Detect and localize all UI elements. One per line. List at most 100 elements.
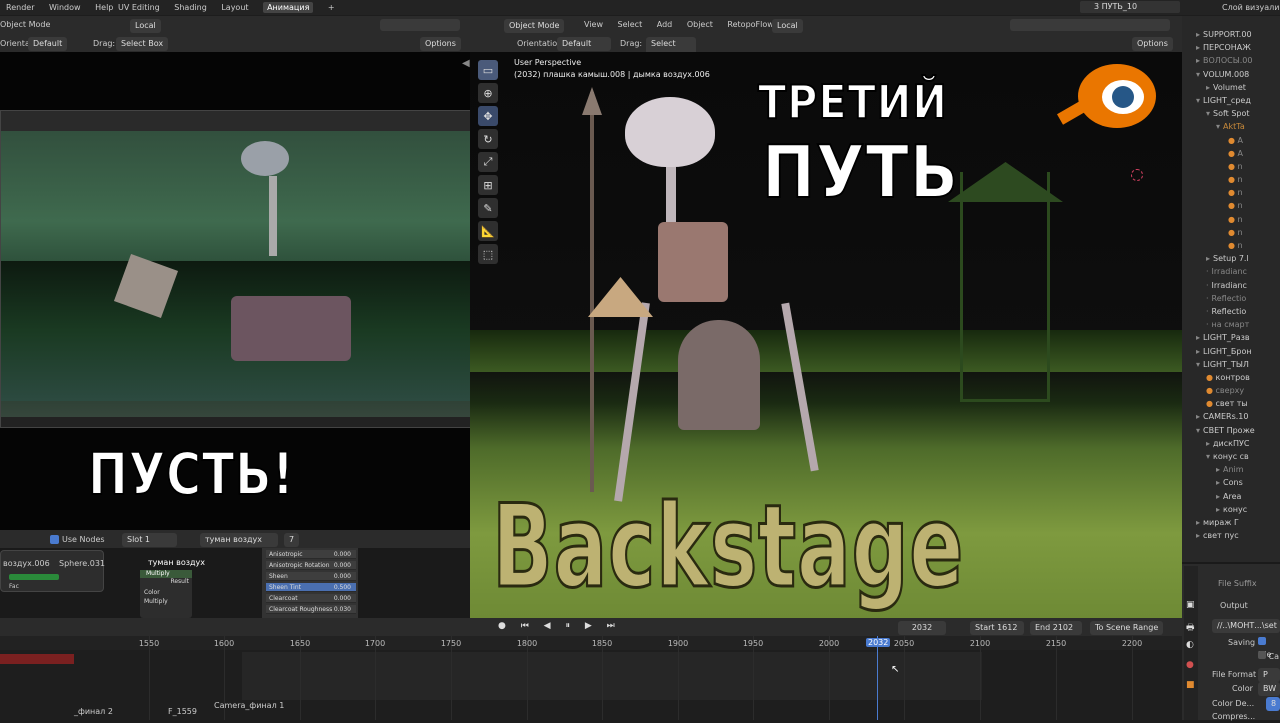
main-orient-select[interactable]: Local [772, 19, 803, 33]
outliner-item[interactable]: ● сверху [1196, 384, 1280, 397]
prop-row[interactable]: Anisotropic Rotation 0.000 [266, 561, 356, 570]
end-frame-field[interactable]: End 2102 [1030, 621, 1082, 635]
outliner-item[interactable]: ● n [1196, 160, 1280, 173]
tab-animation[interactable]: Анимация [263, 2, 314, 13]
outliner-item[interactable]: ● n [1196, 173, 1280, 186]
use-nodes-checkbox[interactable]: Use Nodes [50, 534, 105, 546]
playhead-line[interactable] [877, 636, 878, 720]
outliner-item[interactable]: ▸ конус [1196, 503, 1280, 516]
outliner-item[interactable]: · Reflectio [1196, 292, 1280, 305]
outliner-item[interactable]: ● n [1196, 239, 1280, 252]
transform-tool-icon[interactable]: ⊞ [478, 175, 498, 195]
prop-row[interactable]: Sheen 0.000 [266, 572, 356, 581]
menu-select[interactable]: Select [618, 20, 643, 29]
outliner-item[interactable]: ● свет ты [1196, 397, 1280, 410]
menu-add[interactable]: Add [657, 20, 673, 29]
add-cube-tool-icon[interactable]: ⬚ [478, 244, 498, 264]
outliner-item[interactable]: · Irradianc [1196, 265, 1280, 278]
color-depth-select[interactable]: 8 [1266, 697, 1280, 711]
outliner-item[interactable]: ▸ LIGHT_Брон [1196, 345, 1280, 358]
menu-render[interactable]: Render [6, 3, 34, 12]
prop-row[interactable]: Sheen Tint 0.500 [266, 583, 356, 592]
outliner-item[interactable]: ▸ CAMERs.10 [1196, 410, 1280, 423]
outliner-item[interactable]: ▾ конус св [1196, 450, 1280, 463]
add-workspace-button[interactable]: + [328, 3, 335, 12]
slot-select[interactable]: Slot 1 [122, 533, 177, 547]
prop-row[interactable]: Clearcoat 0.000 [266, 594, 356, 603]
main-mode-select[interactable]: Object Mode [504, 19, 565, 33]
left-options-button[interactable]: Options [420, 37, 461, 51]
move-tool-icon[interactable]: ✥ [478, 106, 498, 126]
outliner-item[interactable]: ▸ свет пус [1196, 529, 1280, 542]
outliner-item[interactable]: ● контров [1196, 371, 1280, 384]
tab-layout[interactable]: Layout [221, 3, 248, 12]
outliner-item[interactable]: ▾ LIGHT_сред [1196, 94, 1280, 107]
outliner-item[interactable]: · Irradianc [1196, 279, 1280, 292]
to-scene-range-button[interactable]: To Scene Range [1090, 621, 1164, 635]
checkbox-empty-icon[interactable] [1258, 651, 1266, 659]
current-frame-field[interactable]: 2032 [898, 621, 946, 635]
view-layer[interactable]: Слой визуализ [1222, 2, 1280, 14]
playback-controls[interactable]: ● ⏮ ◀ ⏸ ▶ ⏭ [498, 621, 621, 631]
material-users[interactable]: 7 [284, 533, 300, 547]
annotate-tool-icon[interactable]: ✎ [478, 198, 498, 218]
tab-world-icon[interactable]: ● [1186, 660, 1194, 670]
menu-object[interactable]: Object [687, 20, 713, 29]
tab-object-icon[interactable]: ■ [1186, 680, 1195, 690]
menu-retopoflow[interactable]: RetopoFlow [727, 20, 773, 29]
main-orientation-select[interactable]: Default [557, 37, 611, 51]
left-shading-icons[interactable] [380, 19, 460, 31]
checkbox-checked-icon[interactable] [1258, 637, 1266, 645]
outliner-item[interactable]: ▸ Area [1196, 490, 1280, 503]
checkbox-icon[interactable] [50, 535, 59, 544]
timeline-area[interactable]: 1550 1600 1650 1700 1750 1800 1850 1900 … [0, 636, 1182, 720]
outliner-item[interactable]: ● n [1196, 226, 1280, 239]
marker-3[interactable]: Camera_финал 1 [214, 700, 284, 712]
prop-row[interactable]: Clearcoat Roughness 0.030 [266, 605, 356, 614]
outliner-item[interactable]: ● A [1196, 134, 1280, 147]
menu-help[interactable]: Help [95, 3, 113, 12]
tab-shading[interactable]: Shading [174, 3, 207, 12]
tab-scene-icon[interactable]: ◐ [1186, 640, 1194, 650]
menu-window[interactable]: Window [49, 3, 81, 12]
playhead-label[interactable]: 2032 [866, 638, 891, 647]
outliner-item[interactable]: ▸ LIGHT_Разв [1196, 331, 1280, 344]
gizmo-cursor-icon[interactable] [1131, 169, 1143, 181]
color-select[interactable]: BW [1258, 682, 1280, 696]
output-section[interactable]: Output [1220, 600, 1248, 612]
select-tool-icon[interactable]: ▭ [478, 60, 498, 80]
measure-tool-icon[interactable]: 📐 [478, 221, 498, 241]
scene-selector[interactable]: 3 ПУТЬ_10 [1080, 1, 1180, 13]
node-obj-box[interactable]: воздух.006 Sphere.031 Fac [0, 550, 105, 592]
marker-2[interactable]: F_1559 [168, 706, 197, 718]
tab-output-icon[interactable]: 🖶 [1186, 620, 1195, 636]
left-orientation-select[interactable]: Default [28, 37, 68, 51]
outliner-item[interactable]: ▸ ПЕРСОНАЖ [1196, 41, 1280, 54]
tab-uv-editing[interactable]: UV Editing [118, 3, 160, 12]
outliner-item[interactable]: ● n [1196, 213, 1280, 226]
main-options-button[interactable]: Options [1132, 37, 1173, 51]
scale-tool-icon[interactable]: ⤢ [478, 152, 498, 172]
outliner-item[interactable]: ▾ СВЕТ Проже [1196, 424, 1280, 437]
outliner-item[interactable]: ▸ Setup 7.l [1196, 252, 1280, 265]
node-multiply[interactable]: Multiply Result Color Multiply [140, 570, 192, 618]
left-drag-select[interactable]: Select Box [116, 37, 169, 51]
outliner-item[interactable]: ▸ дискПУС [1196, 437, 1280, 450]
outliner-item[interactable]: ▾ Soft Spot [1196, 107, 1280, 120]
left-mode[interactable]: Object Mode [0, 19, 50, 31]
file-format-select[interactable]: P [1258, 668, 1280, 682]
material-select[interactable]: туман воздух [200, 533, 278, 547]
main-shading-icons[interactable] [1010, 19, 1170, 31]
outliner-item[interactable]: ▸ Volumet [1196, 81, 1280, 94]
prop-row[interactable]: Anisotropic 0.000 [266, 550, 356, 559]
cache-checkbox[interactable]: Ca [1258, 651, 1279, 663]
menu-view[interactable]: View [584, 20, 603, 29]
outliner-item[interactable]: ● n [1196, 199, 1280, 212]
outliner-item[interactable]: ▸ ВОЛОСЫ.00 [1196, 54, 1280, 67]
outliner-item[interactable]: ▸ SUPPORT.00 [1196, 28, 1280, 41]
viewport-nav-icon[interactable]: ◀ [462, 58, 470, 69]
outliner-item[interactable]: ▾ AktTa [1196, 120, 1280, 133]
outliner-item[interactable]: · на смарт [1196, 318, 1280, 331]
cursor-tool-icon[interactable]: ⊕ [478, 83, 498, 103]
left-orient-select[interactable]: Local [130, 19, 161, 33]
